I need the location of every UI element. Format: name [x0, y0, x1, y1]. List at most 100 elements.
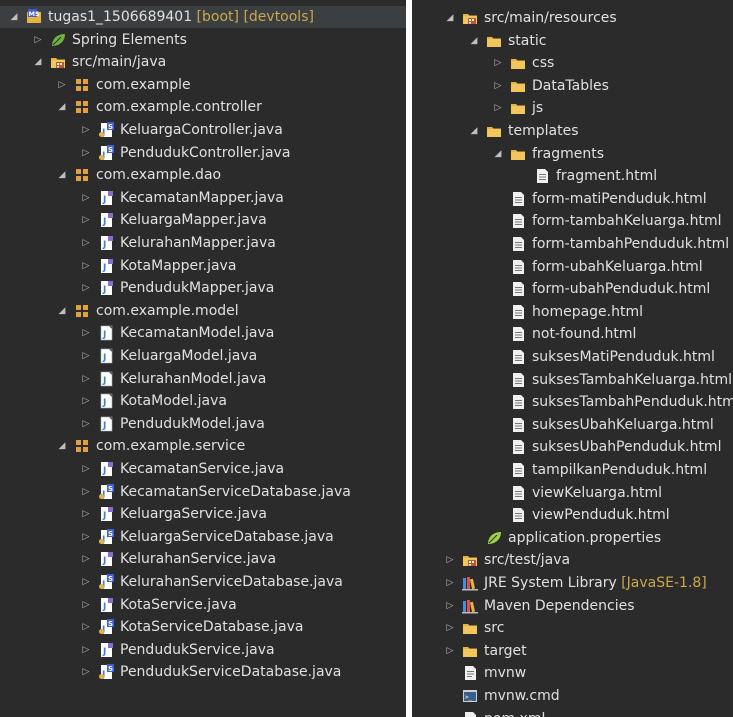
tree-item[interactable]: ▷ J S KeluargaController.java [0, 119, 406, 141]
expand-arrow-icon[interactable]: ▷ [80, 322, 92, 344]
tree-item[interactable]: ▷ J KotaModel.java [0, 390, 406, 412]
tree-item[interactable]: ▷ J KecamatanModel.java [0, 322, 406, 344]
collapse-arrow-icon[interactable]: ◢ [492, 143, 504, 165]
collapse-arrow-icon[interactable]: ◢ [444, 7, 456, 29]
collapse-arrow-icon[interactable]: ◢ [8, 6, 20, 28]
expand-arrow-icon[interactable]: ▷ [80, 232, 92, 254]
tree-item[interactable]: suksesTambahKeluarga.html [412, 369, 733, 391]
tree-item[interactable]: ◢ src/main/java [0, 51, 406, 73]
tree-item[interactable]: ▷ J KelurahanMapper.java [0, 232, 406, 254]
tree-item[interactable]: >_ mvnw.cmd [412, 685, 733, 707]
expand-arrow-icon[interactable]: ▷ [80, 639, 92, 661]
expand-arrow-icon[interactable]: ▷ [80, 594, 92, 616]
collapse-arrow-icon[interactable]: ◢ [32, 51, 44, 73]
tree-item[interactable]: viewPenduduk.html [412, 504, 733, 526]
expand-arrow-icon[interactable]: ▷ [80, 571, 92, 593]
tree-item[interactable]: ◢ src/main/resources [412, 7, 733, 29]
tree-item[interactable]: application.properties [412, 527, 733, 549]
tree-item[interactable]: ▷ J KeluargaService.java [0, 503, 406, 525]
collapse-arrow-icon[interactable]: ◢ [56, 164, 68, 186]
tree-item[interactable]: ◢ static [412, 30, 733, 52]
tree-item[interactable]: ▷ src [412, 617, 733, 639]
expand-arrow-icon[interactable]: ▷ [80, 368, 92, 390]
tree-item[interactable]: ▷ J S KotaServiceDatabase.java [0, 616, 406, 638]
tree-item[interactable]: homepage.html [412, 301, 733, 323]
tree-item[interactable]: ◢ com.example.dao [0, 164, 406, 186]
tree-item[interactable]: mvnw [412, 662, 733, 684]
tree-item[interactable]: ▷ J KelurahanModel.java [0, 368, 406, 390]
expand-arrow-icon[interactable]: ▷ [56, 74, 68, 96]
expand-arrow-icon[interactable]: ▷ [492, 97, 504, 119]
tree-item[interactable]: ▷ J KelurahanService.java [0, 548, 406, 570]
tree-item[interactable]: ▷ J KotaService.java [0, 594, 406, 616]
expand-arrow-icon[interactable]: ▷ [80, 142, 92, 164]
tree-item[interactable]: ▷ DataTables [412, 75, 733, 97]
tree-item[interactable]: ◢ com.example.controller [0, 96, 406, 118]
expand-arrow-icon[interactable]: ▷ [80, 119, 92, 141]
expand-arrow-icon[interactable]: ▷ [80, 526, 92, 548]
tree-item[interactable]: suksesUbahKeluarga.html [412, 414, 733, 436]
tree-item[interactable]: ◢ templates [412, 120, 733, 142]
tree-item[interactable]: form-matiPenduduk.html [412, 188, 733, 210]
tree-item[interactable]: fragment.html [412, 165, 733, 187]
tree-item[interactable]: ▷ J PendudukMapper.java [0, 277, 406, 299]
tree-item[interactable]: ◢ com.example.service [0, 435, 406, 457]
expand-arrow-icon[interactable]: ▷ [80, 413, 92, 435]
tree-item[interactable]: ▷ target [412, 640, 733, 662]
tree-item[interactable]: ▷ css [412, 52, 733, 74]
package-explorer-right[interactable]: ◢ src/main/resources ◢ static ▷ css ▷ DataTable… [412, 0, 733, 717]
expand-arrow-icon[interactable]: ▷ [444, 572, 456, 594]
tree-item[interactable]: form-tambahPenduduk.html [412, 233, 733, 255]
tree-item[interactable]: ▷ Maven Dependencies [412, 595, 733, 617]
tree-item[interactable]: ▷ J KecamatanService.java [0, 458, 406, 480]
expand-arrow-icon[interactable]: ▷ [492, 75, 504, 97]
tree-item[interactable]: ◢ com.example.model [0, 300, 406, 322]
tree-item[interactable]: ▷ src/test/java [412, 549, 733, 571]
expand-arrow-icon[interactable]: ▷ [80, 458, 92, 480]
tree-item[interactable]: form-ubahKeluarga.html [412, 256, 733, 278]
tree-item[interactable]: ▷ J KecamatanMapper.java [0, 187, 406, 209]
tree-item[interactable]: suksesMatiPenduduk.html [412, 346, 733, 368]
expand-arrow-icon[interactable]: ▷ [80, 548, 92, 570]
expand-arrow-icon[interactable]: ▷ [32, 29, 44, 51]
expand-arrow-icon[interactable]: ▷ [80, 277, 92, 299]
collapse-arrow-icon[interactable]: ◢ [56, 300, 68, 322]
tree-item[interactable]: ▷ J KotaMapper.java [0, 255, 406, 277]
tree-item[interactable]: ◢ fragments [412, 143, 733, 165]
expand-arrow-icon[interactable]: ▷ [444, 595, 456, 617]
tree-item[interactable]: ▷ J KeluargaMapper.java [0, 209, 406, 231]
collapse-arrow-icon[interactable]: ◢ [468, 120, 480, 142]
tree-item[interactable]: form-tambahKeluarga.html [412, 210, 733, 232]
collapse-arrow-icon[interactable]: ◢ [56, 435, 68, 457]
package-explorer-left[interactable]: ◢ MS tugas1_1506689401 [boot] [devtools] ▷ S… [0, 0, 406, 717]
tree-item[interactable]: ▷ JRE System Library [JavaSE-1.8] [412, 572, 733, 594]
tree-item[interactable]: ▷ js [412, 97, 733, 119]
tree-item[interactable]: ▷ Spring Elements [0, 29, 406, 51]
expand-arrow-icon[interactable]: ▷ [80, 345, 92, 367]
expand-arrow-icon[interactable]: ▷ [444, 549, 456, 571]
expand-arrow-icon[interactable]: ▷ [80, 503, 92, 525]
expand-arrow-icon[interactable]: ▷ [80, 481, 92, 503]
expand-arrow-icon[interactable]: ▷ [80, 187, 92, 209]
tree-item[interactable]: ▷ J S KeluargaServiceDatabase.java [0, 526, 406, 548]
collapse-arrow-icon[interactable]: ◢ [468, 30, 480, 52]
tree-item[interactable]: ▷ J S PendudukController.java [0, 142, 406, 164]
tree-item[interactable]: ▷ J S KelurahanServiceDatabase.java [0, 571, 406, 593]
tree-item[interactable]: ▷ J KeluargaModel.java [0, 345, 406, 367]
expand-arrow-icon[interactable]: ▷ [80, 616, 92, 638]
expand-arrow-icon[interactable]: ▷ [444, 617, 456, 639]
tree-item[interactable]: ▷ J S PendudukServiceDatabase.java [0, 661, 406, 683]
collapse-arrow-icon[interactable]: ◢ [56, 96, 68, 118]
expand-arrow-icon[interactable]: ▷ [492, 52, 504, 74]
tree-item[interactable]: ▷ J S KecamatanServiceDatabase.java [0, 481, 406, 503]
expand-arrow-icon[interactable]: ▷ [444, 640, 456, 662]
tree-item[interactable]: ▷ com.example [0, 74, 406, 96]
tree-item[interactable]: viewKeluarga.html [412, 482, 733, 504]
expand-arrow-icon[interactable]: ▷ [80, 661, 92, 683]
expand-arrow-icon[interactable]: ▷ [80, 209, 92, 231]
tree-item[interactable]: ◢ MS tugas1_1506689401 [boot] [devtools] [0, 6, 406, 28]
tree-item[interactable]: form-ubahPenduduk.html [412, 278, 733, 300]
tree-item[interactable]: suksesTambahPenduduk.html [412, 391, 733, 413]
expand-arrow-icon[interactable]: ▷ [80, 255, 92, 277]
tree-item[interactable]: suksesUbahPenduduk.html [412, 436, 733, 458]
